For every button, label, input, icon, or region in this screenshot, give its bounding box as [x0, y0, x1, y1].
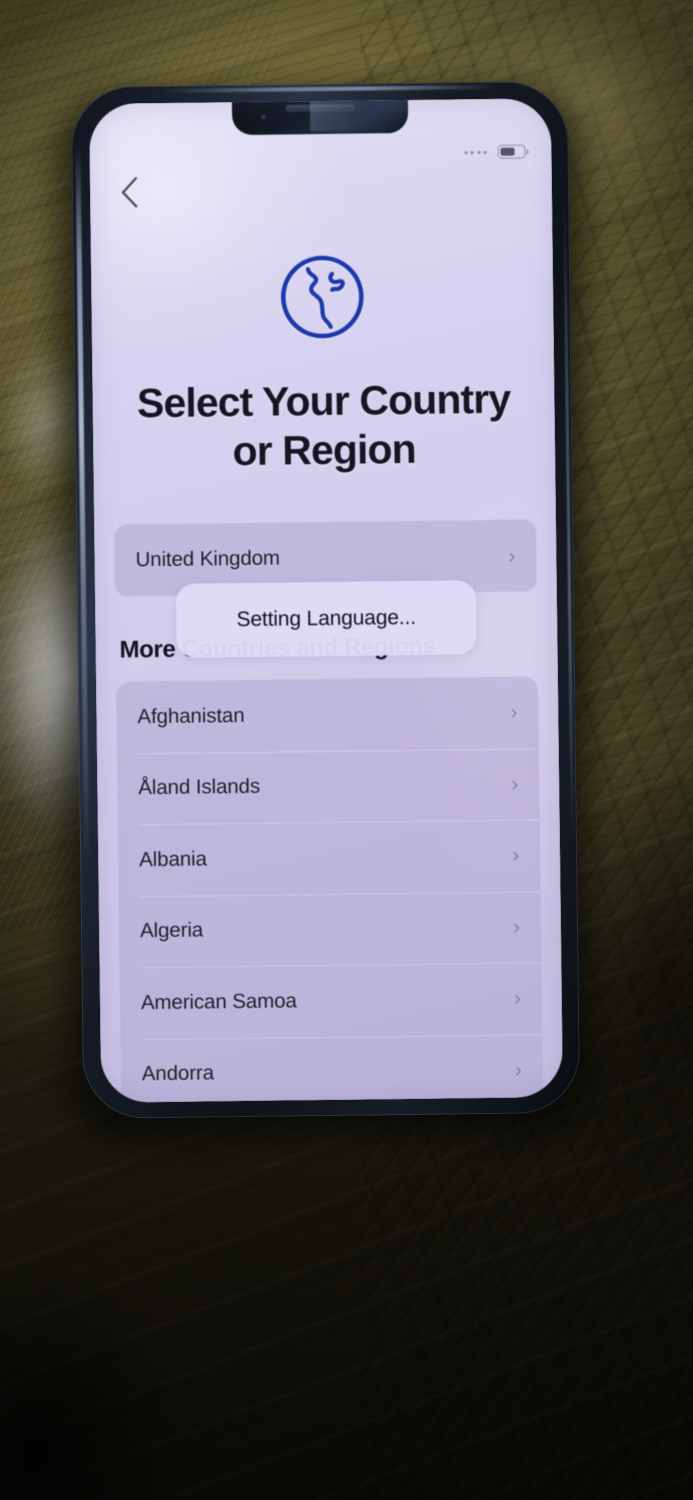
chevron-right-icon: ›	[510, 700, 518, 724]
smartphone-device: Select Your Country or Region United Kin…	[54, 81, 595, 1142]
country-name-label: Albania	[139, 847, 207, 872]
country-name-label: Algeria	[139, 918, 204, 943]
country-name-label: Andorra	[141, 1061, 215, 1086]
country-name-label: American Samoa	[140, 989, 297, 1015]
display-notch	[231, 98, 409, 136]
country-row[interactable]: American Samoa ›	[119, 962, 542, 1039]
bezel-reflection-top	[160, 84, 498, 93]
photo-scene: Select Your Country or Region United Kin…	[0, 0, 693, 1500]
chevron-right-icon: ›	[511, 772, 519, 796]
device-screen: Select Your Country or Region United Kin…	[88, 98, 564, 1103]
country-row[interactable]: Åland Islands ›	[117, 748, 540, 825]
status-bar	[464, 144, 526, 160]
country-list: Afghanistan › Åland Islands › Albania › Algeri…	[115, 676, 544, 1103]
globe-icon	[280, 255, 364, 339]
back-button[interactable]	[112, 172, 146, 212]
chevron-left-icon	[121, 177, 137, 208]
country-name-label: Afghanistan	[137, 703, 245, 729]
chevron-right-icon: ›	[512, 915, 521, 939]
device-body: Select Your Country or Region United Kin…	[70, 81, 581, 1119]
front-camera-icon	[261, 114, 268, 121]
chevron-right-icon: ›	[511, 843, 520, 867]
signal-dots-icon	[464, 150, 487, 154]
country-name-label: Åland Islands	[138, 775, 261, 800]
country-row[interactable]: Albania ›	[118, 819, 541, 896]
current-country-label: United Kingdom	[135, 546, 281, 572]
setting-language-modal: Setting Language...	[175, 580, 477, 658]
modal-message: Setting Language...	[236, 605, 417, 632]
country-row[interactable]: Algeria ›	[119, 891, 542, 968]
page-title: Select Your Country or Region	[136, 375, 511, 475]
country-row[interactable]: Afghanistan ›	[116, 676, 539, 753]
chevron-right-icon: ›	[508, 544, 516, 568]
country-row[interactable]: Andorra ›	[120, 1034, 543, 1103]
chevron-right-icon: ›	[514, 1058, 522, 1082]
battery-icon	[497, 144, 526, 159]
hero-icon-wrapper	[91, 250, 554, 344]
chevron-right-icon: ›	[513, 986, 522, 1010]
notch-reflection	[309, 100, 403, 132]
